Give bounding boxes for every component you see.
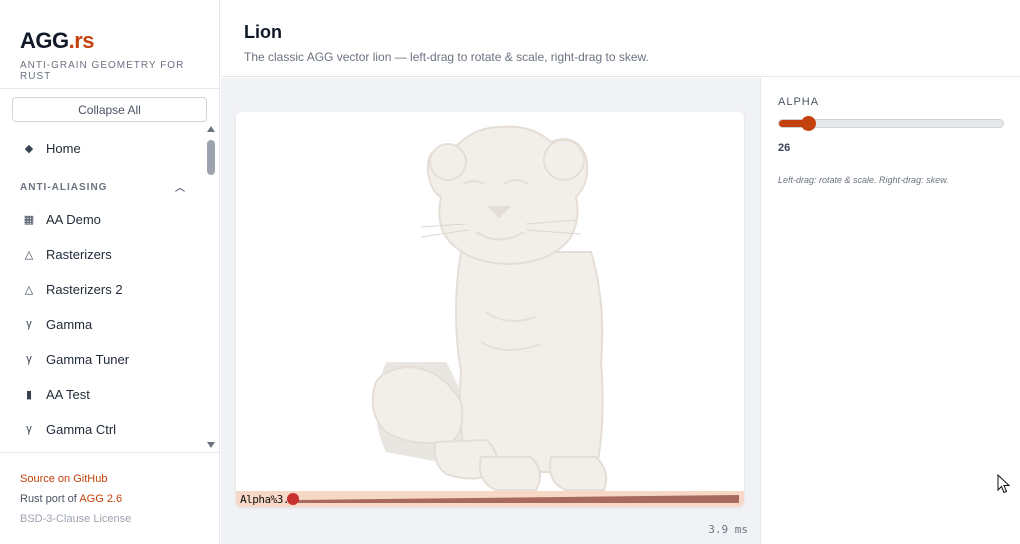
sidebar-item-label: Gamma Ctrl [46, 421, 117, 437]
sidebar-item-rasterizers-2[interactable]: △ Rasterizers 2 [0, 274, 205, 304]
triangle-icon: △ [24, 283, 34, 296]
lion-canvas[interactable]: Alpha%3. [236, 112, 744, 507]
alpha-slider-thumb[interactable] [801, 116, 817, 131]
scrollbar-thumb[interactable] [207, 140, 215, 175]
sidebar-item-label: Gamma [46, 316, 93, 332]
alpha-slider[interactable] [778, 116, 1004, 131]
port-prefix: Rust port of [20, 493, 77, 505]
sidebar-item-home[interactable]: ◆ Home [0, 133, 205, 163]
source-github-link[interactable]: Source on GitHub [20, 473, 107, 485]
gamma-icon: γ [26, 318, 32, 330]
sidebar-item-label: AA Test [46, 386, 90, 402]
alpha-slider-strip[interactable] [236, 491, 744, 507]
chevron-up-icon: ︿ [175, 183, 186, 194]
demo-area: Alpha%3. 3.9 ms [221, 78, 760, 544]
sidebar-item-gamma-tuner[interactable]: γ Gamma Tuner [0, 344, 205, 374]
sidebar-item-label: Gamma Tuner [46, 351, 130, 367]
controls-panel: ALPHA 26 Left-drag: rotate & scale. Righ… [760, 78, 1020, 544]
sidebar-divider [0, 88, 219, 89]
page-subtitle: The classic AGG vector lion — left-drag … [244, 50, 649, 64]
sidebar-scrollbar[interactable] [205, 124, 217, 452]
sidebar-item-aa-demo[interactable]: ▦ AA Demo [0, 204, 205, 234]
scroll-down-arrow-icon[interactable] [207, 442, 215, 448]
sidebar-item-label: AA Demo [46, 211, 101, 227]
alpha-slider-label: Alpha%3. [240, 493, 289, 506]
bar-icon: ▮ [25, 388, 33, 401]
page-header: Lion The classic AGG vector lion — left-… [221, 0, 1020, 77]
sidebar-nav: ◆ Home ANTI-ALIASING ︿ ▦ AA Demo △ Rasteriz… [0, 124, 205, 452]
sidebar-item-gamma[interactable]: γ Gamma [0, 309, 205, 339]
triangle-icon: △ [24, 248, 34, 261]
mouse-cursor-icon [997, 474, 1011, 494]
section-label: ANTI-ALIASING [20, 182, 108, 193]
lion-drawing [371, 125, 608, 491]
collapse-all-button[interactable]: Collapse All [12, 97, 207, 122]
diamond-icon: ◆ [24, 142, 34, 155]
sidebar-footer-divider [0, 452, 219, 453]
sidebar-item-gamma-ctrl[interactable]: γ Gamma Ctrl [0, 414, 205, 444]
sidebar-item-label: Rasterizers 2 [46, 281, 123, 297]
sidebar: AGG.rs ANTI-GRAIN GEOMETRY FOR RUST Coll… [0, 0, 220, 544]
sidebar-item-aa-test[interactable]: ▮ AA Test [0, 379, 205, 409]
brand-logo[interactable]: AGG.rs [20, 28, 95, 54]
grid-icon: ▦ [23, 213, 35, 226]
gamma-icon: γ [26, 353, 32, 365]
license-text: BSD-3-Clause License [20, 513, 132, 525]
brand-subtitle: ANTI-GRAIN GEOMETRY FOR RUST [20, 60, 185, 82]
render-time: 3.9 ms [708, 523, 748, 536]
port-info: Rust port of AGG 2.6 [20, 493, 122, 505]
gamma-icon: γ [26, 423, 32, 435]
alpha-slider-knob[interactable] [287, 493, 299, 505]
section-anti-aliasing[interactable]: ANTI-ALIASING ︿ [20, 182, 190, 194]
scroll-up-arrow-icon[interactable] [207, 126, 215, 132]
sidebar-item-label: Rasterizers [46, 246, 112, 262]
alpha-value: 26 [778, 142, 791, 154]
brand-suffix: .rs [68, 28, 95, 53]
sidebar-item-label: Home [46, 140, 81, 156]
agg-version-link[interactable]: AGG 2.6 [79, 493, 122, 505]
alpha-label: ALPHA [778, 96, 820, 108]
sidebar-item-rasterizers[interactable]: △ Rasterizers [0, 239, 205, 269]
page-title: Lion [244, 22, 282, 42]
brand-name: AGG [20, 28, 69, 53]
controls-hint: Left-drag: rotate & scale. Right-drag: s… [778, 175, 949, 185]
